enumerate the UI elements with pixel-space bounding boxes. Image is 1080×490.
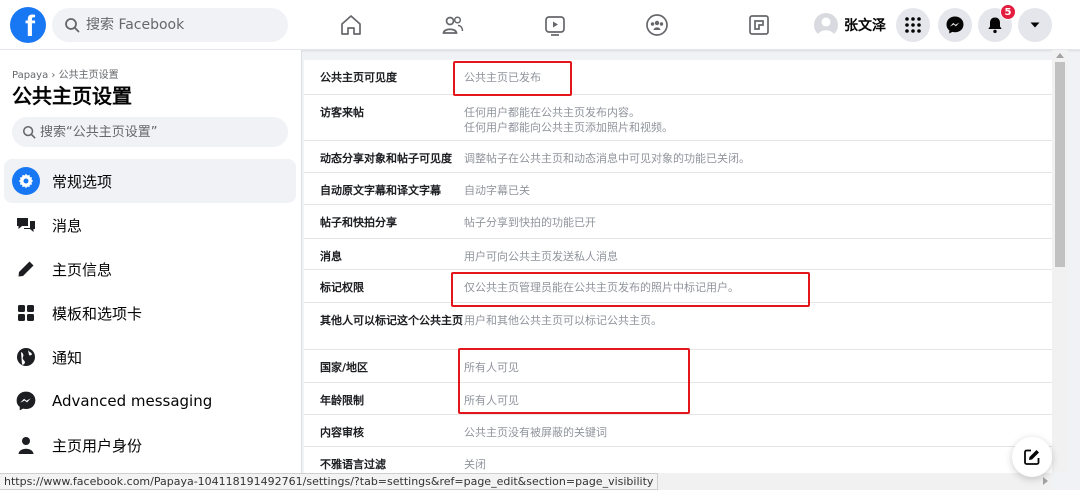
watch-icon	[545, 16, 565, 36]
avatar	[814, 13, 838, 37]
messenger-icon	[12, 387, 40, 415]
scroll-right-arrow-icon[interactable]	[1043, 477, 1048, 485]
settings-search-input[interactable]	[40, 124, 270, 140]
sidebar-item-page-roles[interactable]: 主页用户身份	[4, 423, 296, 467]
setting-label: 动态分享对象和帖子可见度	[320, 152, 452, 165]
messenger-button[interactable]	[938, 8, 972, 42]
user-profile-button[interactable]: 张文泽	[810, 9, 894, 41]
setting-row-age-restriction[interactable]: 年龄限制 所有人可见	[304, 383, 1052, 415]
setting-row-visitor-posts[interactable]: 访客来帖 任何用户都能在公共主页发布内容。 任何用户都能向公共主页添加照片和视频…	[304, 95, 1052, 141]
home-icon	[341, 15, 361, 35]
sidebar-item-templates-tabs[interactable]: 模板和选项卡	[4, 291, 296, 335]
setting-row-tagging-ability[interactable]: 标记权限 仅公共主页管理员能在公共主页发布的照片中标记用户。	[304, 270, 1052, 303]
user-name: 张文泽	[844, 18, 886, 34]
setting-value: 帖子分享到快拍的功能已开	[464, 216, 596, 229]
setting-row-country[interactable]: 国家/地区 所有人可见	[304, 350, 1052, 383]
sidebar-item-label: 通知	[52, 348, 83, 367]
sidebar-item-label: 模板和选项卡	[52, 304, 143, 323]
scrollbar-thumb[interactable]	[1055, 62, 1065, 267]
setting-value: 用户可向公共主页发送私人消息	[464, 250, 618, 263]
setting-value-line: 任何用户都能在公共主页发布内容。	[464, 106, 640, 119]
nav-friends[interactable]	[402, 0, 504, 50]
sidebar-item-page-info[interactable]: 主页信息	[4, 247, 296, 291]
browser-status-url: https://www.facebook.com/Papaya-10411819…	[0, 473, 659, 490]
chevron-down-icon	[1030, 22, 1040, 28]
setting-value: 用户和其他公共主页可以标记公共主页。	[464, 314, 662, 327]
nav-home[interactable]	[300, 0, 402, 50]
sidebar-item-advanced-messaging[interactable]: Advanced messaging	[4, 379, 296, 423]
notification-count-badge: 5	[1000, 4, 1016, 20]
settings-sidebar: Papaya › 公共主页设置 公共主页设置 常规选项 消息 主页信息	[0, 50, 302, 490]
setting-label: 消息	[320, 250, 342, 263]
setting-row-messages[interactable]: 消息 用户可向公共主页发送私人消息	[304, 239, 1052, 270]
setting-label: 帖子和快拍分享	[320, 216, 397, 229]
setting-label: 访客来帖	[320, 106, 364, 119]
setting-value: 调整帖子在公共主页和动态消息中可见对象的功能已关闭。	[464, 152, 750, 165]
setting-row-moderation[interactable]: 内容审核 公共主页没有被屏蔽的关键词	[304, 415, 1052, 447]
compose-icon	[1024, 449, 1040, 465]
setting-label: 标记权限	[320, 281, 364, 294]
page-title: 公共主页设置	[12, 84, 132, 108]
setting-value: 所有人可见	[464, 361, 519, 374]
gear-icon	[12, 167, 40, 195]
pencil-icon	[12, 255, 40, 283]
setting-label: 其他人可以标记这个公共主页	[320, 314, 463, 327]
setting-row-others-tagging[interactable]: 其他人可以标记这个公共主页 用户和其他公共主页可以标记公共主页。	[304, 303, 1052, 350]
setting-row-page-visibility[interactable]: 公共主页可见度 公共主页已发布	[304, 60, 1052, 95]
menu-grid-icon	[905, 17, 921, 33]
sidebar-item-messages[interactable]: 消息	[4, 203, 296, 247]
nav-gaming[interactable]	[708, 0, 810, 50]
scroll-up-arrow-icon[interactable]	[1056, 53, 1064, 58]
nav-groups[interactable]	[606, 0, 708, 50]
setting-value: 仅公共主页管理员能在公共主页发布的照片中标记用户。	[464, 281, 739, 294]
top-navigation-bar: f 张文泽	[0, 0, 1080, 50]
facebook-search-box[interactable]	[52, 8, 288, 42]
menu-button[interactable]	[896, 8, 930, 42]
settings-panel: 公共主页可见度 公共主页已发布 访客来帖 任何用户都能在公共主页发布内容。 任何…	[304, 60, 1052, 490]
chat-icon	[12, 211, 40, 239]
groups-icon	[646, 14, 668, 36]
messenger-icon	[946, 16, 964, 34]
search-icon	[65, 18, 80, 33]
sidebar-item-general[interactable]: 常规选项	[4, 159, 296, 203]
setting-value: 任何用户都能在公共主页发布内容。 任何用户都能向公共主页添加照片和视频。	[464, 95, 1052, 140]
search-icon	[22, 125, 36, 139]
account-button[interactable]	[1018, 8, 1052, 42]
setting-value: 公共主页已发布	[464, 71, 541, 84]
sidebar-item-label: 常规选项	[52, 172, 113, 191]
setting-value: 所有人可见	[464, 394, 519, 407]
sidebar-item-notifications[interactable]: 通知	[4, 335, 296, 379]
setting-row-story-sharing[interactable]: 帖子和快拍分享 帖子分享到快拍的功能已开	[304, 205, 1052, 239]
setting-label: 国家/地区	[320, 361, 369, 374]
sidebar-item-label: Advanced messaging	[52, 392, 213, 410]
sidebar-item-label: 主页信息	[52, 260, 113, 279]
setting-value-line: 任何用户都能向公共主页添加照片和视频。	[464, 121, 673, 134]
person-icon	[12, 431, 40, 459]
nav-watch[interactable]	[504, 0, 606, 50]
grid-icon	[12, 299, 40, 327]
search-input[interactable]	[86, 17, 276, 33]
friends-icon	[442, 16, 464, 34]
setting-label: 年龄限制	[320, 394, 364, 407]
globe-icon	[12, 343, 40, 371]
setting-row-audience-visibility[interactable]: 动态分享对象和帖子可见度 调整帖子在公共主页和动态消息中可见对象的功能已关闭。	[304, 141, 1052, 173]
gaming-icon	[749, 15, 769, 35]
new-message-button[interactable]	[1012, 437, 1052, 477]
setting-label: 内容审核	[320, 426, 364, 439]
setting-value: 公共主页没有被屏蔽的关键词	[464, 426, 607, 439]
settings-search-box[interactable]	[12, 117, 288, 147]
sidebar-item-label: 主页用户身份	[52, 436, 143, 455]
notifications-button[interactable]: 5	[978, 4, 1016, 42]
bell-icon	[988, 17, 1002, 34]
facebook-logo[interactable]: f	[10, 7, 46, 43]
setting-value: 自动字幕已关	[464, 184, 530, 197]
breadcrumb[interactable]: Papaya › 公共主页设置	[12, 66, 119, 81]
setting-label: 公共主页可见度	[320, 71, 397, 84]
setting-label: 自动原文字幕和译文字幕	[320, 184, 441, 197]
vertical-scrollbar[interactable]	[1052, 50, 1068, 473]
sidebar-item-label: 消息	[52, 216, 83, 235]
setting-row-auto-captions[interactable]: 自动原文字幕和译文字幕 自动字幕已关	[304, 173, 1052, 205]
